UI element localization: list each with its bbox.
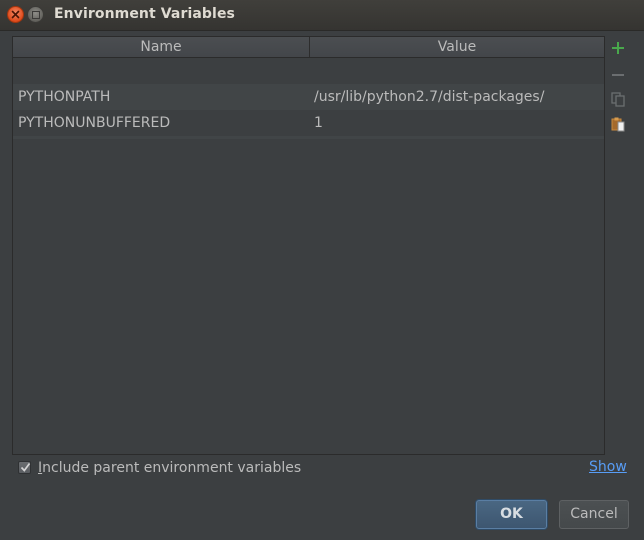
- name-cell[interactable]: PYTHONUNBUFFERED: [18, 110, 170, 136]
- copy-icon: [611, 92, 625, 107]
- minimize-window-button[interactable]: [27, 6, 44, 23]
- table-row-partial: [13, 136, 604, 139]
- table-side-toolbar: [606, 36, 632, 455]
- copy-variable-button[interactable]: [609, 90, 627, 108]
- window-square-icon: [32, 11, 40, 19]
- environment-variables-dialog: Environment Variables Name Value PYTHONP…: [0, 0, 644, 540]
- value-cell[interactable]: /usr/lib/python2.7/dist-packages/: [314, 84, 544, 110]
- table-row[interactable]: PYTHONPATH /usr/lib/python2.7/dist-packa…: [13, 84, 604, 110]
- close-icon: [11, 10, 20, 19]
- remove-icon: [612, 74, 624, 76]
- add-variable-button[interactable]: [609, 39, 627, 57]
- env-vars-table: Name Value PYTHONPATH /usr/lib/python2.7…: [12, 36, 605, 455]
- paste-variable-button[interactable]: [609, 115, 627, 133]
- title-bar: Environment Variables: [0, 0, 644, 31]
- show-link[interactable]: Show: [589, 459, 627, 475]
- include-parent-label-text: nclude parent environment variables: [42, 460, 302, 476]
- ok-button[interactable]: OK: [476, 500, 547, 529]
- window-title: Environment Variables: [54, 6, 235, 22]
- column-header-name[interactable]: Name: [13, 37, 310, 57]
- paste-icon: [611, 117, 625, 132]
- include-parent-checkbox[interactable]: [18, 461, 31, 474]
- table-header: Name Value: [13, 37, 604, 58]
- close-window-button[interactable]: [7, 6, 24, 23]
- checkmark-icon: [20, 462, 31, 472]
- add-icon: [612, 42, 624, 54]
- table-row[interactable]: [13, 58, 604, 84]
- value-cell[interactable]: 1: [314, 110, 323, 136]
- name-cell[interactable]: PYTHONPATH: [18, 84, 110, 110]
- include-parent-label[interactable]: Include parent environment variables: [38, 460, 301, 476]
- table-row[interactable]: PYTHONUNBUFFERED 1: [13, 110, 604, 136]
- remove-variable-button[interactable]: [609, 66, 627, 84]
- cancel-button[interactable]: Cancel: [559, 500, 629, 529]
- column-header-value[interactable]: Value: [310, 37, 604, 57]
